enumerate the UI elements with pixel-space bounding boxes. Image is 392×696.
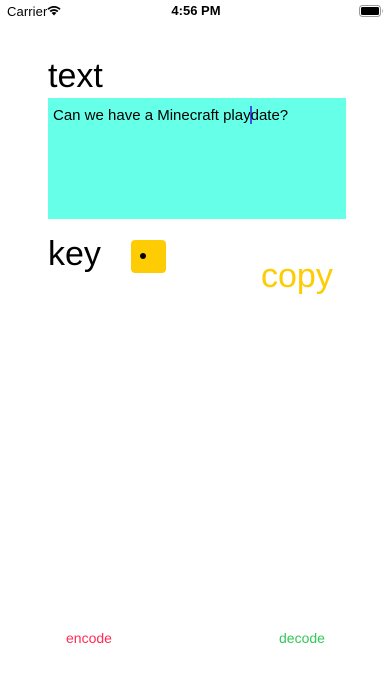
dice-one-icon [140,253,146,259]
key-heading: key [48,235,101,273]
copy-button[interactable]: copy [261,256,333,296]
battery-icon [359,5,383,17]
text-before-caret: Can we have a Minecraft play [53,107,251,124]
dice-key-button[interactable] [131,240,166,273]
encode-button[interactable]: encode [66,629,112,647]
text-after-caret: date? [250,107,289,124]
status-time: 4:56 PM [171,3,221,18]
message-text-area[interactable]: Can we have a Minecraft playdate? [48,98,346,219]
app-screen: Carrier 4:56 PM text Can we have a Minec… [0,0,392,696]
status-bar: Carrier 4:56 PM [0,0,392,22]
text-heading: text [48,57,103,95]
decode-button[interactable]: decode [279,629,325,647]
message-text-value: Can we have a Minecraft playdate? [53,106,288,125]
